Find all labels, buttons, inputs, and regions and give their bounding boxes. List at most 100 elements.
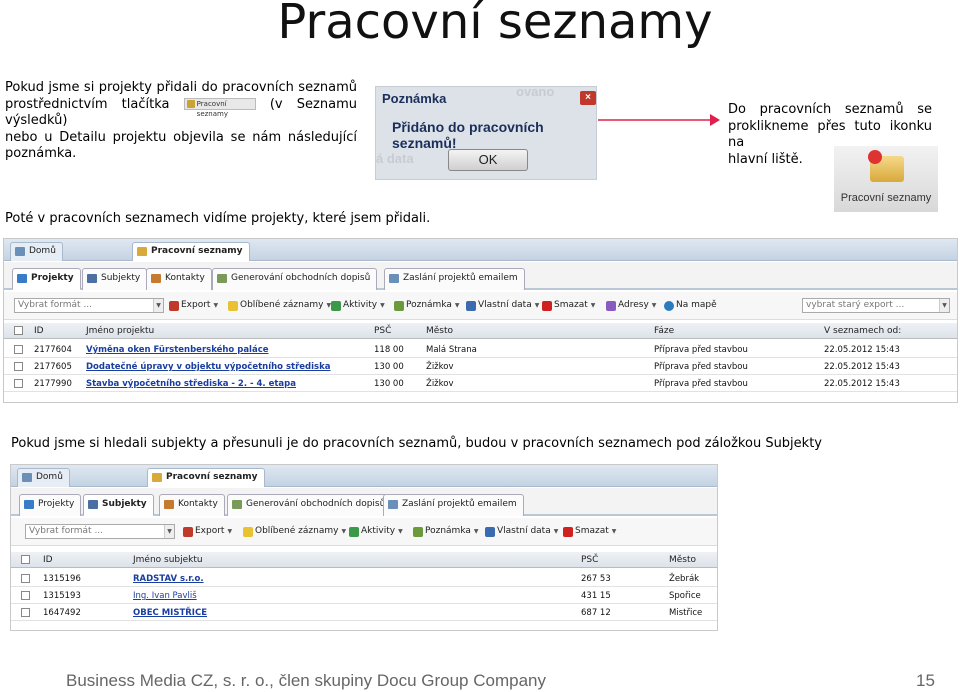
email-icon (388, 500, 398, 509)
subtab-projects: Projekty (19, 494, 82, 516)
intro-line-2a: prostřednictvím tlačítka (5, 96, 170, 112)
favorites-label: Oblíbené záznamy (240, 300, 324, 310)
custom-data-label: Vlastní data (497, 526, 551, 536)
format-select-value: Vybrat formát ... (29, 526, 104, 536)
cell-zip: 687 12 (581, 608, 611, 618)
dialog-message: Přidáno do pracovních seznamů! (392, 119, 544, 151)
subtab-subjects-label: Subjekty (101, 273, 141, 283)
folder-icon (152, 473, 162, 482)
tab-home: Domů (17, 468, 70, 487)
delete-label: Smazat (575, 526, 609, 536)
delete-button: Smazat ▼ (542, 300, 595, 314)
subtab-projects-label: Projekty (38, 499, 75, 509)
cell-id: 2177604 (34, 345, 72, 355)
export-label: Export (195, 526, 225, 536)
col-id: ID (43, 555, 53, 565)
subjects-icon (88, 500, 98, 509)
tab-home-label: Domů (29, 246, 56, 256)
activities-icon (331, 301, 341, 311)
close-icon: × (580, 91, 596, 105)
addresses-icon (606, 301, 616, 311)
cell-date: 22.05.2012 15:43 (824, 379, 900, 389)
export-label: Export (181, 300, 211, 310)
subtab-email: Zaslání projektů emailem (383, 494, 524, 516)
note-label: Poznámka (425, 526, 471, 536)
subtab-letters-label: Generování obchodních dopisů (231, 273, 371, 283)
old-export-value: vybrat starý export ... (806, 300, 905, 310)
intro-line-4: poznámka. (5, 146, 77, 161)
subtab-email-label: Zaslání projektů emailem (403, 273, 518, 283)
worklist-icon-label: Pracovní seznamy (840, 192, 932, 204)
activities-button: Aktivity ▼ (331, 300, 385, 314)
cell-id: 1315196 (43, 574, 81, 584)
hint-line-1: Do pracovních seznamů se (728, 102, 932, 117)
cell-phase: Příprava před stavbou (654, 379, 748, 389)
projects-caption: Poté v pracovních seznamech vidíme proje… (5, 211, 431, 226)
tab-home-label: Domů (36, 472, 63, 482)
row-checkbox (14, 362, 23, 371)
tab-worklists-label: Pracovní seznamy (166, 472, 258, 482)
sub-tab-bar: Projekty Subjekty Kontakty Generování ob… (11, 488, 717, 516)
contacts-icon (151, 274, 161, 283)
subtab-projects-label: Projekty (31, 273, 74, 283)
table-header: ID Jméno subjektu PSČ Město (11, 552, 717, 568)
tab-worklists: Pracovní seznamy (132, 242, 250, 261)
email-icon (389, 274, 399, 283)
arrow-icon (598, 114, 720, 126)
cell-zip: 130 00 (374, 379, 404, 389)
cell-date: 22.05.2012 15:43 (824, 362, 900, 372)
delete-button: Smazat ▼ (563, 526, 616, 540)
custom-data-label: Vlastní data (478, 300, 532, 310)
old-export-select: vybrat starý export ... ▼ (802, 298, 950, 313)
subjects-icon (87, 274, 97, 283)
export-button: Export ▼ (183, 526, 232, 540)
table-row: 2177604 Výměna oken Fürstenberského palá… (4, 341, 957, 358)
cell-zip: 130 00 (374, 362, 404, 372)
col-phase: Fáze (654, 326, 675, 336)
intro-line-3: nebo u Detailu projektu objevila se nám … (5, 129, 357, 145)
map-button: Na mapě (664, 300, 717, 314)
projects-icon (24, 500, 34, 509)
projects-worklist-screenshot: Domů Pracovní seznamy Projekty Subjekty … (3, 238, 958, 403)
cell-city: Žižkov (426, 379, 454, 389)
note-button: Poznámka ▼ (413, 526, 479, 540)
subtab-subjects: Subjekty (82, 268, 148, 290)
page-number: 15 (916, 671, 935, 690)
select-all-checkbox (21, 555, 30, 564)
cell-zip: 267 53 (581, 574, 611, 584)
star-icon (243, 527, 253, 537)
export-icon (183, 527, 193, 537)
row-checkbox (14, 379, 23, 388)
worklist-button-image: Pracovní seznamy (183, 98, 256, 118)
cell-phase: Příprava před stavbou (654, 345, 748, 355)
cell-date: 22.05.2012 15:43 (824, 345, 900, 355)
chevron-down-icon: ▼ (164, 525, 174, 538)
col-in-lists-since: V seznamech od: (824, 326, 902, 336)
row-checkbox (14, 345, 23, 354)
top-tab-bar: Domů Pracovní seznamy (11, 465, 717, 487)
note-button: Poznámka ▼ (394, 300, 460, 314)
map-label: Na mapě (676, 300, 717, 310)
subtab-email-label: Zaslání projektů emailem (402, 499, 517, 509)
top-tab-bar: Domů Pracovní seznamy (4, 239, 957, 261)
subtab-contacts: Kontakty (146, 268, 212, 290)
format-select-value: Vybrat formát ... (18, 300, 93, 310)
subjects-worklist-screenshot: Domů Pracovní seznamy Projekty Subjekty … (10, 464, 718, 631)
custom-data-icon (466, 301, 476, 311)
custom-data-icon (485, 527, 495, 537)
cell-zip: 431 15 (581, 591, 611, 601)
home-icon (22, 473, 32, 482)
cell-city: Mistřice (669, 608, 703, 618)
format-select: Vybrat formát ... ▼ (14, 298, 164, 313)
globe-icon (664, 301, 674, 311)
col-zip: PSČ (581, 555, 599, 565)
cell-project-name: Výměna oken Fürstenberského paláce (86, 345, 269, 355)
intro-paragraph: Pokud jsme si projekty přidali do pracov… (5, 80, 357, 163)
custom-data-button: Vlastní data ▼ (466, 300, 539, 314)
row-checkbox (21, 574, 30, 583)
export-icon (169, 301, 179, 311)
dialog-ghost-text: ovano (516, 84, 555, 99)
table-row: 1647492 OBEC MISTŘICE 687 12 Mistřice (11, 604, 717, 621)
cell-zip: 118 00 (374, 345, 404, 355)
cell-city: Spořice (669, 591, 701, 601)
